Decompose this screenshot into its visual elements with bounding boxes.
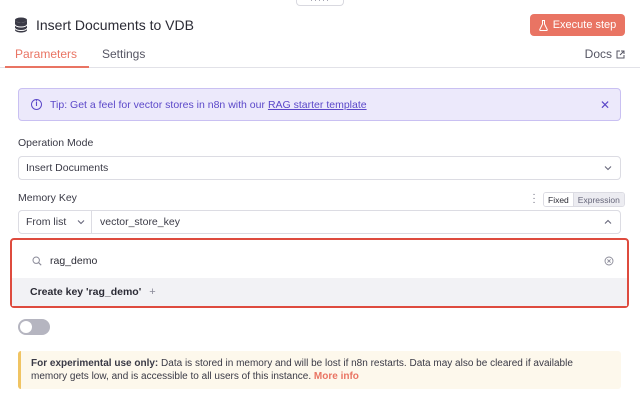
memory-key-field[interactable]: From list vector_store_key — [18, 210, 621, 234]
execute-step-button[interactable]: Execute step — [530, 14, 625, 36]
fixed-option[interactable]: Fixed — [544, 193, 574, 206]
memory-key-mode-value: From list — [26, 216, 67, 228]
create-key-label: Create key 'rag_demo' — [30, 286, 142, 298]
more-info-link[interactable]: More info — [314, 371, 359, 382]
search-icon — [32, 256, 42, 266]
expression-option[interactable]: Expression — [573, 193, 624, 206]
database-icon — [14, 17, 28, 33]
tip-banner: i Tip: Get a feel for vector stores in n… — [18, 88, 621, 121]
create-key-option[interactable]: Create key 'rag_demo' + — [12, 278, 627, 306]
memory-key-dropdown: Create key 'rag_demo' + — [10, 238, 629, 308]
options-icon[interactable]: · · · — [532, 190, 536, 208]
memory-key-value[interactable]: vector_store_key — [100, 211, 180, 233]
flask-icon — [538, 19, 548, 31]
chevron-down-icon — [77, 220, 85, 225]
node-panel: ····· Insert Documents to VDB Execute st… — [0, 0, 640, 404]
node-title: Insert Documents to VDB — [36, 17, 194, 33]
docs-label: Docs — [584, 47, 612, 61]
rag-template-link[interactable]: RAG starter template — [268, 99, 367, 111]
chevron-down-icon — [604, 166, 612, 171]
dropdown-search-row — [20, 246, 620, 276]
notice-strong: For experimental use only: — [31, 358, 159, 369]
tab-bar: Parameters Settings Docs — [0, 44, 640, 68]
tip-text: Tip: Get a feel for vector stores in n8n… — [50, 98, 265, 111]
title-row: Insert Documents to VDB — [14, 13, 194, 37]
tab-parameters[interactable]: Parameters — [15, 47, 77, 61]
operation-mode-value: Insert Documents — [26, 162, 109, 174]
panel-header: Insert Documents to VDB Execute step Par… — [0, 0, 640, 68]
experimental-notice: For experimental use only: Data is store… — [18, 351, 621, 389]
operation-mode-select[interactable]: Insert Documents — [18, 156, 621, 180]
execute-step-label: Execute step — [552, 19, 617, 31]
tab-settings[interactable]: Settings — [102, 47, 145, 61]
close-icon[interactable]: ✕ — [600, 98, 610, 112]
switch-knob — [20, 321, 32, 333]
external-link-icon — [616, 50, 625, 58]
chevron-up-icon — [604, 219, 612, 224]
active-tab-indicator — [5, 66, 89, 68]
fixed-expression-toggle[interactable]: Fixed Expression — [543, 192, 625, 207]
dropdown-search-input[interactable] — [50, 255, 550, 267]
plus-icon: + — [149, 286, 156, 298]
memory-key-label: Memory Key — [18, 192, 77, 204]
operation-mode-label: Operation Mode — [18, 137, 94, 149]
memory-key-mode-select[interactable]: From list — [19, 211, 92, 233]
info-icon: i — [31, 99, 42, 110]
docs-link[interactable]: Docs — [585, 47, 625, 61]
clear-search-icon[interactable] — [604, 256, 614, 266]
clear-store-switch[interactable] — [18, 319, 50, 335]
